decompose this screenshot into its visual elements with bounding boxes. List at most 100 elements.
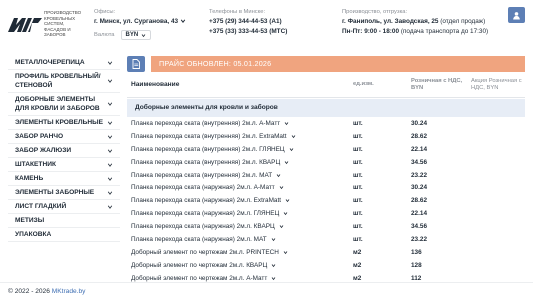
sidebar-item-label: ЭЛЕМЕНТЫ КРОВЕЛЬНЫЕ bbox=[15, 119, 104, 126]
logo-text: ПРОИЗВОДСТВО КРОВЕЛЬНЫХ СИСТЕМ, ФАСАДОВ … bbox=[44, 10, 82, 38]
chevron-down-icon[interactable] bbox=[271, 237, 276, 242]
chevron-down-icon[interactable] bbox=[271, 263, 276, 268]
user-account-button[interactable] bbox=[508, 7, 525, 23]
sidebar-item[interactable]: ЛИСТ ГЛАДКИЙ bbox=[8, 200, 120, 214]
sidebar-item-label: ДОБОРНЫЕ ЭЛЕМЕНТЫ ДЛЯ КРОВЛИ И ЗАБОРОВ bbox=[15, 96, 100, 112]
table-row[interactable]: Планка перехода ската (наружная) 2м.л. А… bbox=[127, 181, 525, 194]
sidebar-item-label: МЕТИЗЫ bbox=[15, 217, 45, 224]
price-cell: 22.14 bbox=[411, 145, 427, 153]
copyright-text: © 2022 - 2026 bbox=[8, 288, 50, 295]
sidebar-item[interactable]: ПРОФИЛЬ КРОВЕЛЬНЫЙ/ СТЕНОВОЙ bbox=[8, 70, 120, 93]
table-row[interactable]: Планка перехода ската (внутренняя) 2м.л.… bbox=[127, 169, 525, 182]
product-name-cell[interactable]: Планка перехода ската (внутренняя) 2м.л.… bbox=[127, 146, 353, 153]
sidebar-item[interactable]: МЕТИЗЫ bbox=[8, 214, 120, 228]
sidebar-item[interactable]: ЭЛЕМЕНТЫ КРОВЕЛЬНЫЕ bbox=[8, 116, 120, 130]
chevron-down-icon[interactable] bbox=[289, 147, 294, 152]
product-name-cell[interactable]: Планка перехода ската (наружная) 2м.л. А… bbox=[127, 184, 353, 191]
chevron-down-icon[interactable] bbox=[285, 198, 290, 203]
table-row[interactable]: Планка перехода ската (внутренняя) 2м.л.… bbox=[127, 130, 525, 143]
sidebar-item-label: МЕТАЛЛОЧЕРЕПИЦА bbox=[15, 59, 85, 66]
product-name: Планка перехода ската (наружная) 2м.л. E… bbox=[131, 197, 282, 205]
currency-select[interactable]: BYN bbox=[120, 30, 152, 40]
sidebar-item[interactable]: ЭЛЕМЕНТЫ ЗАБОРНЫЕ bbox=[8, 186, 120, 200]
logo-mark-icon bbox=[8, 18, 42, 32]
column-price-header: Розничная с НДС, BYN bbox=[411, 77, 463, 91]
chevron-down-icon[interactable] bbox=[279, 224, 284, 229]
chevron-down-icon[interactable] bbox=[279, 185, 284, 190]
sidebar-item[interactable]: ЗАБОР РАНЧО bbox=[8, 130, 120, 144]
chevron-down-icon bbox=[180, 19, 186, 24]
sidebar-item[interactable]: ДОБОРНЫЕ ЭЛЕМЕНТЫ ДЛЯ КРОВЛИ И ЗАБОРОВ bbox=[8, 93, 120, 116]
table-row[interactable]: Планка перехода ската (наружная) 2м.л. К… bbox=[127, 220, 525, 233]
sidebar-item[interactable]: КАМЕНЬ bbox=[8, 172, 120, 186]
table-row[interactable]: Планка перехода ската (наружная) 2м.л. М… bbox=[127, 233, 525, 246]
site-link[interactable]: MKtrade.by bbox=[52, 288, 86, 295]
phones-block: Телефоны в Минске: +375 (29) 344-44-53 (… bbox=[209, 7, 287, 37]
sidebar-item[interactable]: МЕТАЛЛОЧЕРЕПИЦА bbox=[8, 56, 120, 70]
chevron-down-icon bbox=[107, 191, 113, 195]
sidebar-item[interactable]: УПАКОВКА bbox=[8, 228, 120, 242]
table-row[interactable]: Планка перехода ската (внутренняя) 2м.л.… bbox=[127, 117, 525, 130]
product-name: Планка перехода ската (наружная) 2м.л. К… bbox=[131, 223, 275, 231]
sidebar-item-label: ПРОФИЛЬ КРОВЕЛЬНЫЙ/ СТЕНОВОЙ bbox=[15, 73, 101, 89]
product-name-cell[interactable]: Планка перехода ската (наружная) 2м.л. Г… bbox=[127, 210, 353, 217]
table-row[interactable]: Планка перехода ската (наружная) 2м.л. Г… bbox=[127, 207, 525, 220]
price-cell: 136 bbox=[411, 248, 422, 256]
table-row[interactable]: Планка перехода ската (внутренняя) 2м.л.… bbox=[127, 143, 525, 156]
site-logo[interactable]: ПРОИЗВОДСТВО КРОВЕЛЬНЫХ СИСТЕМ, ФАСАДОВ … bbox=[8, 10, 81, 37]
production-label: Производство, отгрузка: bbox=[342, 9, 408, 15]
product-name-cell[interactable]: Доборный элемент по чертежам 2м.л. КВАРЦ bbox=[127, 262, 353, 269]
chevron-down-icon[interactable] bbox=[291, 134, 296, 139]
product-name-cell[interactable]: Планка перехода ската (наружная) 2м.л. М… bbox=[127, 236, 353, 243]
chevron-down-icon bbox=[107, 163, 113, 167]
chevron-down-icon[interactable] bbox=[284, 121, 289, 126]
production-hours-note: (подача транспорта до 17:30) bbox=[400, 28, 489, 35]
price-cell: 30.24 bbox=[411, 184, 427, 192]
price-cell: 34.56 bbox=[411, 223, 427, 231]
chevron-down-icon bbox=[141, 33, 146, 37]
product-name-cell[interactable]: Доборный элемент по чертежам 2м.л. А-Мат… bbox=[127, 275, 353, 282]
phone-a1[interactable]: +375 (29) 344-44-53 (А1) bbox=[209, 17, 287, 27]
site-footer: © 2022 - 2026 MKtrade.by bbox=[0, 282, 533, 300]
sidebar-item[interactable]: ШТАКЕТНИК bbox=[8, 158, 120, 172]
chevron-down-icon[interactable] bbox=[276, 173, 281, 178]
sidebar-item[interactable]: ЗАБОР ЖАЛЮЗИ bbox=[8, 144, 120, 158]
unit-cell: шт. bbox=[353, 171, 363, 179]
table-row[interactable]: Планка перехода ската (наружная) 2м.л. E… bbox=[127, 194, 525, 207]
production-hours-line: Пн-Пт: 9:00 - 18:00 (подача транспорта д… bbox=[342, 27, 488, 37]
unit-cell: шт. bbox=[353, 184, 363, 192]
chevron-down-icon[interactable] bbox=[283, 211, 288, 216]
product-name: Планка перехода ската (внутренняя) 2м.л.… bbox=[131, 132, 287, 140]
product-name-cell[interactable]: Планка перехода ската (внутренняя) 2м.л.… bbox=[127, 120, 353, 127]
product-name-cell[interactable]: Планка перехода ската (внутренняя) 2м.л.… bbox=[127, 133, 353, 140]
chevron-down-icon bbox=[107, 149, 113, 153]
price-cell: 112 bbox=[411, 274, 422, 282]
unit-cell: шт. bbox=[353, 132, 363, 140]
table-row[interactable]: Планка перехода ската (внутренняя) 2м.л.… bbox=[127, 156, 525, 169]
currency-value: BYN bbox=[125, 32, 139, 38]
section-title: Доборные элементы для кровли и заборов bbox=[127, 99, 525, 117]
product-name-cell[interactable]: Планка перехода ската (внутренняя) 2м.л.… bbox=[127, 172, 353, 179]
chevron-down-icon[interactable] bbox=[283, 250, 288, 255]
price-cell: 30.24 bbox=[411, 119, 427, 127]
column-name-header: Наименование bbox=[131, 81, 180, 88]
chevron-down-icon bbox=[107, 177, 113, 181]
table-row[interactable]: Доборный элемент по чертежам 2м.л. PRINT… bbox=[127, 246, 525, 259]
product-name-cell[interactable]: Планка перехода ската (внутренняя) 2м.л.… bbox=[127, 159, 353, 166]
currency-block: Валюта BYN bbox=[94, 30, 152, 40]
column-unit-header: ед.изм. bbox=[353, 81, 374, 87]
currency-label: Валюта bbox=[94, 32, 115, 38]
product-name-cell[interactable]: Планка перехода ската (наружная) 2м.л. E… bbox=[127, 197, 353, 204]
product-name-cell[interactable]: Планка перехода ската (наружная) 2м.л. К… bbox=[127, 223, 353, 230]
price-table: Наименование ед.изм. Розничная с НДС, BY… bbox=[127, 72, 525, 285]
chevron-down-icon[interactable] bbox=[284, 160, 289, 165]
download-pdf-button[interactable] bbox=[127, 56, 145, 72]
product-name-cell[interactable]: Доборный элемент по чертежам 2м.л. PRINT… bbox=[127, 249, 353, 256]
phone-mts[interactable]: +375 (33) 333-44-53 (МТС) bbox=[209, 27, 287, 37]
chevron-down-icon[interactable] bbox=[271, 276, 276, 281]
product-name: Планка перехода ската (внутренняя) 2м.л.… bbox=[131, 119, 281, 127]
table-row[interactable]: Доборный элемент по чертежам 2м.л. КВАРЦ… bbox=[127, 259, 525, 272]
unit-cell: шт. bbox=[353, 158, 363, 166]
product-name: Планка перехода ската (внутренняя) 2м.л.… bbox=[131, 145, 285, 153]
offices-value[interactable]: г. Минск, ул. Сурганова, 43 bbox=[94, 17, 186, 27]
